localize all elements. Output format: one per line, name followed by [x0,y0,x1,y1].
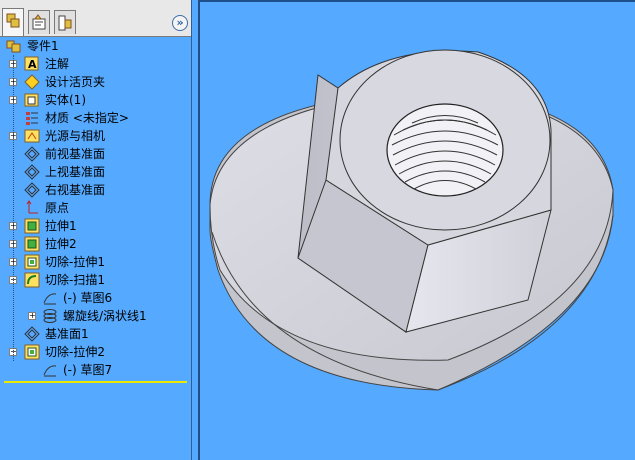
tree-item[interactable]: + 拉伸2 [0,235,191,253]
tree-item[interactable]: + 实体(1) [0,91,191,109]
manager-tab-bar: » [0,0,191,37]
tree-item[interactable]: + 螺旋线/涡状线1 [0,307,191,325]
design-binder-icon [24,74,40,90]
configurationmanager-icon [58,15,72,31]
annotations-icon: A [24,56,39,71]
tree-item-label: 前视基准面 [45,147,106,161]
tree-item[interactable]: 上视基准面 [0,163,191,181]
tree-item[interactable]: − 切除-拉伸2 [0,343,191,361]
tree-item[interactable]: + 拉伸1 [0,217,191,235]
cut-extrude-icon [24,344,40,360]
tree-item-label: 材质 <未指定> [45,111,129,125]
tree-item-label: 光源与相机 [45,129,106,143]
tree-item-label: 上视基准面 [45,165,106,179]
extrude-icon [24,218,40,234]
tree-item[interactable]: + 光源与相机 [0,127,191,145]
svg-text:A: A [28,58,37,71]
tree-item-label: 切除-拉伸1 [45,255,105,269]
tree-item[interactable]: (-) 草图6 [0,289,191,307]
featuremanager-icon [6,13,20,28]
tree-item[interactable]: 右视基准面 [0,181,191,199]
viewport-border [198,0,635,460]
plane-icon [24,146,40,162]
plane-icon [24,164,40,180]
tree-item-label: 注解 [45,57,70,71]
panel-splitter[interactable] [191,0,198,460]
tree-item[interactable]: + A 注解 [0,55,191,73]
tree-item[interactable]: 材质 <未指定> [0,109,191,127]
plane-icon [24,326,40,342]
propertymanager-tab[interactable] [28,10,50,34]
sketch-icon [43,293,57,305]
tree-item[interactable]: 基准面1 [0,325,191,343]
tree-item[interactable]: 前视基准面 [0,145,191,163]
tree-item-label: (-) 草图7 [63,363,113,377]
tree-item-label: 基准面1 [45,327,89,341]
collapse-panel-button[interactable]: » [172,15,188,31]
configurationmanager-tab[interactable] [54,10,76,34]
tree-item[interactable]: (-) 草图7 [0,361,191,379]
cut-extrude-icon [24,254,40,270]
tree-item-label: 原点 [45,201,70,215]
extrude-icon [24,236,40,252]
tree-item-label: 螺旋线/涡状线1 [63,309,147,323]
sketch-icon [43,365,57,377]
tree-item-label: 零件1 [27,39,59,53]
feature-manager-panel: » 零件1 + A 注解 + 设计活页夹 + 实体(1) 材质 <未指定> + 光源与相机前视基准面… [0,0,192,460]
material-icon [26,112,38,125]
origin-icon [26,200,38,214]
tree-item[interactable]: + 切除-拉伸1 [0,253,191,271]
expand-node-icon[interactable]: + [28,312,36,320]
feature-tree: 零件1 + A 注解 + 设计活页夹 + 实体(1) 材质 <未指定> + 光源与相机前视基准面上视… [0,37,191,382]
tree-item-label: 拉伸1 [45,219,77,233]
tree-connector-lines [13,55,15,361]
lights-cameras-icon [24,129,40,143]
tree-item-label: (-) 草图6 [63,291,113,305]
tree-item-label: 切除-拉伸2 [45,345,105,359]
plane-icon [24,182,40,198]
tree-item-label: 右视基准面 [45,183,106,197]
propertymanager-icon [32,14,46,30]
tree-item[interactable]: − 切除-扫描1 [0,271,191,289]
tree-item[interactable]: 原点 [0,199,191,217]
tree-item-label: 设计活页夹 [45,75,106,89]
featuremanager-tab[interactable] [2,8,24,36]
helix-icon [43,309,57,323]
cut-sweep-icon [24,272,40,288]
tree-item-label: 切除-扫描1 [45,273,105,287]
tree-item[interactable]: 零件1 [0,37,191,55]
part-icon [6,40,21,53]
tree-item-label: 实体(1) [45,93,86,107]
tree-item[interactable]: + 设计活页夹 [0,73,191,91]
solid-bodies-icon [24,93,39,107]
rollback-bar[interactable] [4,381,187,383]
tree-item-label: 拉伸2 [45,237,77,251]
